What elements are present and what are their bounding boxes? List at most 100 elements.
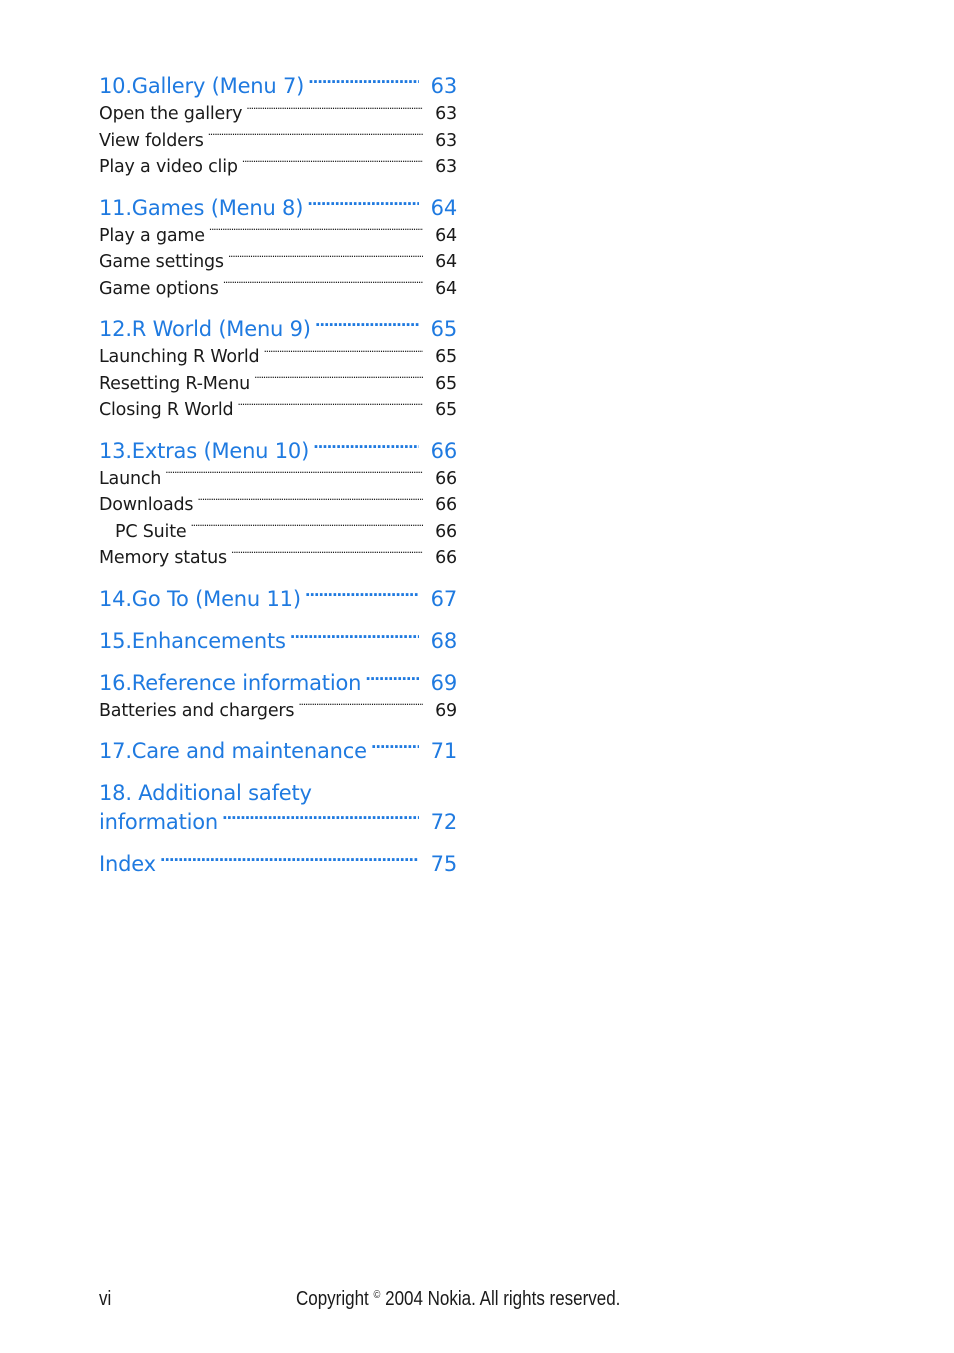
- subentry-page-number: 64: [435, 252, 457, 272]
- subentry-title: Play a game: [99, 225, 205, 246]
- chapter-page-number: 65: [430, 317, 458, 341]
- chapter-page-number: 68: [430, 628, 458, 653]
- chapter-title: 11.Games (Menu 8): [99, 195, 304, 220]
- dot-leader: [197, 494, 423, 510]
- toc-section: 17.Care and maintenance 71: [99, 737, 457, 766]
- copyright-symbol: ©: [373, 1289, 381, 1301]
- toc-chapter-entry[interactable]: 17.Care and maintenance 71: [99, 737, 457, 766]
- copyright-label: Copyright: [296, 1288, 369, 1310]
- toc-chapter-entry[interactable]: information 72: [99, 808, 457, 837]
- chapter-page-number: 71: [430, 739, 458, 763]
- dot-leader: [290, 628, 419, 648]
- subentry-page-number: 64: [435, 225, 457, 246]
- toc-section: 18. Additional safetyinformation 72: [99, 779, 457, 837]
- toc-chapter-entry[interactable]: Index 75: [99, 850, 457, 879]
- toc-section: Index 75: [99, 850, 457, 879]
- copyright-text: 2004 Nokia. All rights reserved.: [385, 1288, 621, 1310]
- chapter-page-number: 66: [430, 438, 458, 463]
- subentry-title: View folders: [99, 130, 204, 151]
- toc-chapter-entry[interactable]: 13.Extras (Menu 10) 66: [99, 437, 457, 466]
- dot-leader: [231, 547, 423, 563]
- toc-section: 11.Games (Menu 8)64Play a game64Game set…: [99, 194, 457, 303]
- subentry-title: Downloads: [99, 495, 194, 515]
- dot-leader: [254, 373, 423, 389]
- toc-subentry[interactable]: Play a video clip 63: [99, 154, 457, 181]
- toc-chapter-title-line[interactable]: 18. Additional safety: [99, 779, 457, 808]
- subentry-page-number: 65: [435, 373, 457, 394]
- subentry-title: Batteries and chargers: [99, 700, 295, 721]
- subentry-title: Closing R World: [99, 400, 234, 420]
- subentry-page-number: 65: [435, 347, 457, 367]
- subentry-title: Resetting R-Menu: [99, 373, 250, 394]
- chapter-title: 14.Go To (Menu 11): [99, 586, 301, 611]
- toc-subentry[interactable]: Memory status 66: [99, 545, 457, 572]
- toc-subentry[interactable]: Batteries and chargers 69: [99, 698, 457, 725]
- subentry-title: Game settings: [99, 252, 224, 272]
- toc-subentry[interactable]: Open the gallery 63: [99, 101, 457, 128]
- toc-chapter-entry[interactable]: 15.Enhancements 68: [99, 627, 457, 656]
- dot-leader: [315, 316, 419, 336]
- toc-section: 10.Gallery (Menu 7)63Open the gallery63V…: [99, 72, 457, 181]
- dot-leader: [160, 851, 419, 871]
- toc-subentry[interactable]: Closing R World 65: [99, 397, 457, 424]
- toc-chapter-entry[interactable]: 16.Reference information 69: [99, 669, 457, 698]
- subentry-page-number: 66: [435, 548, 457, 568]
- toc-subentry[interactable]: Downloads 66: [99, 492, 457, 519]
- toc-subentry[interactable]: View folders 63: [99, 128, 457, 155]
- subentry-page-number: 65: [435, 400, 457, 420]
- toc-subentry[interactable]: Game settings 64: [99, 249, 457, 276]
- chapter-title: 12.R World (Menu 9): [99, 317, 311, 341]
- chapter-title: Index: [99, 852, 156, 876]
- dot-leader: [371, 738, 419, 758]
- chapter-title: 16.Reference information: [99, 670, 362, 695]
- dot-leader: [209, 225, 423, 241]
- chapter-page-number: 67: [430, 586, 458, 611]
- toc-subentry[interactable]: Resetting R-Menu 65: [99, 371, 457, 398]
- dot-leader: [165, 468, 423, 484]
- subentry-page-number: 63: [435, 157, 457, 177]
- dot-leader: [223, 278, 423, 294]
- dot-leader: [305, 586, 419, 606]
- toc-chapter-entry[interactable]: 11.Games (Menu 8) 64: [99, 194, 457, 223]
- chapter-page-number: 72: [430, 810, 458, 834]
- copyright-notice: Copyright © 2004 Nokia. All rights reser…: [296, 1288, 620, 1311]
- toc-chapter-entry[interactable]: 12.R World (Menu 9) 65: [99, 315, 457, 344]
- toc-chapter-entry[interactable]: 14.Go To (Menu 11) 67: [99, 585, 457, 614]
- subentry-page-number: 66: [435, 468, 457, 489]
- dot-leader: [228, 251, 423, 267]
- dot-leader: [237, 399, 423, 415]
- dot-leader: [190, 521, 423, 537]
- dot-leader: [298, 700, 423, 716]
- toc-section: 13.Extras (Menu 10) 66 Launch 66 Downloads 66…: [99, 437, 457, 572]
- subentry-title: Launching R World: [99, 347, 260, 367]
- chapter-title: information: [99, 810, 219, 834]
- toc-subentry[interactable]: Launch 66: [99, 466, 457, 493]
- subentry-page-number: 63: [435, 104, 457, 124]
- dot-leader: [242, 156, 423, 172]
- chapter-page-number: 64: [430, 195, 458, 220]
- chapter-title: 17.Care and maintenance: [99, 739, 367, 763]
- dot-leader: [365, 670, 418, 690]
- subentry-title: Play a video clip: [99, 157, 238, 177]
- toc-subentry[interactable]: Launching R World 65: [99, 344, 457, 371]
- dot-leader: [222, 809, 419, 829]
- toc-section: 16.Reference information69Batteries and …: [99, 669, 457, 725]
- toc-subentry[interactable]: PC Suite 66: [99, 519, 457, 546]
- toc-chapter-entry[interactable]: 10.Gallery (Menu 7) 63: [99, 72, 457, 101]
- dot-leader: [246, 103, 423, 119]
- chapter-page-number: 63: [430, 74, 458, 98]
- toc-subentry[interactable]: Play a game 64: [99, 223, 457, 250]
- subentry-page-number: 66: [435, 521, 457, 542]
- chapter-page-number: 75: [430, 852, 458, 876]
- toc-section: 14.Go To (Menu 11) 67: [99, 585, 457, 614]
- page-number: vi: [99, 1288, 112, 1310]
- chapter-title: 13.Extras (Menu 10): [99, 438, 310, 463]
- subentry-page-number: 69: [435, 700, 457, 721]
- subentry-title: Launch: [99, 468, 162, 489]
- subentry-title: Game options: [99, 278, 219, 299]
- toc-subentry[interactable]: Game options 64: [99, 276, 457, 303]
- chapter-title: 10.Gallery (Menu 7): [99, 74, 305, 98]
- subentry-page-number: 64: [435, 278, 457, 299]
- dot-leader: [308, 73, 419, 93]
- dot-leader: [307, 195, 418, 215]
